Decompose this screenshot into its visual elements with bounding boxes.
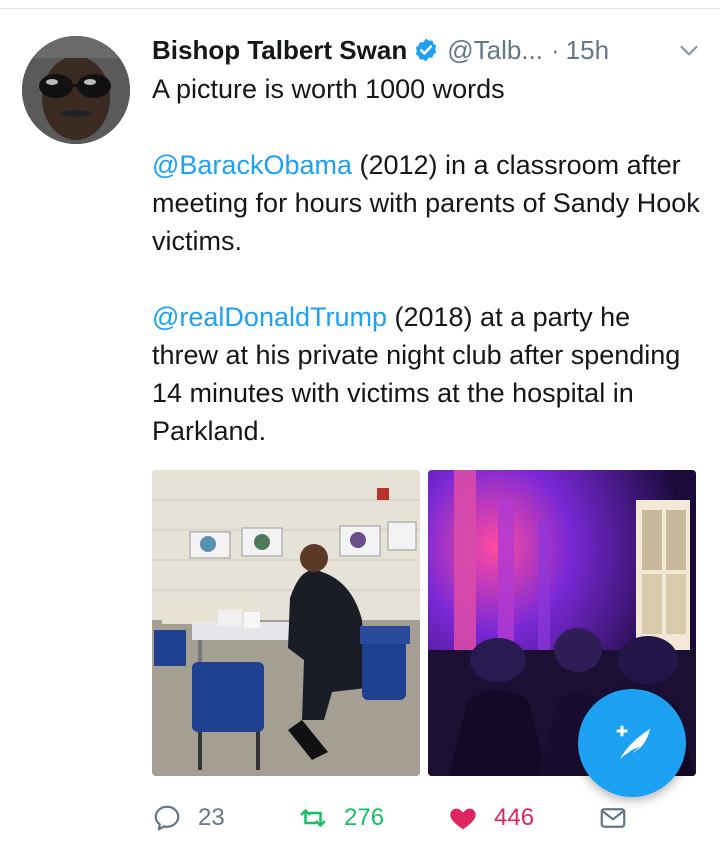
tweet-line-1: A picture is worth 1000 words	[152, 74, 505, 104]
retweet-count: 276	[344, 804, 385, 831]
verified-badge-icon	[416, 38, 437, 62]
author-handle[interactable]: @Talb...	[447, 35, 543, 66]
avatar[interactable]	[22, 36, 130, 144]
reply-count: 23	[198, 804, 225, 831]
tweet-paragraph-obama: @BarackObama (2012) in a classroom after…	[152, 146, 700, 260]
tweet-text: A picture is worth 1000 words @BarackOba…	[152, 70, 700, 450]
classroom-image	[152, 470, 420, 776]
mention-realdonaldtrump[interactable]: @realDonaldTrump	[152, 302, 387, 332]
direct-message-button[interactable]	[598, 796, 628, 840]
chevron-down-icon[interactable]	[676, 37, 702, 63]
photo-classroom[interactable]	[152, 470, 420, 776]
tweet-paragraph-trump: @realDonaldTrump (2018) at a party he th…	[152, 298, 700, 450]
retweet-icon	[300, 809, 326, 827]
tweet-actions: 23 276 446	[152, 796, 712, 840]
mention-barackobama[interactable]: @BarackObama	[152, 150, 352, 180]
envelope-icon	[600, 808, 626, 828]
compose-tweet-button[interactable]	[578, 689, 686, 797]
reply-button[interactable]: 23	[152, 796, 225, 840]
reply-icon	[154, 805, 180, 831]
compose-tweet-icon	[616, 725, 650, 759]
display-name[interactable]: Bishop Talbert Swan	[152, 35, 407, 66]
tweet-header: Bishop Talbert Swan @Talb... · 15h	[152, 31, 712, 69]
top-divider	[0, 8, 720, 9]
like-count: 446	[494, 804, 535, 831]
avatar-image	[22, 36, 130, 144]
timestamp-separator: ·	[550, 34, 560, 65]
timestamp[interactable]: 15h	[566, 35, 609, 66]
like-button[interactable]: 446	[448, 796, 534, 840]
heart-icon	[450, 808, 476, 830]
retweet-button[interactable]: 276	[298, 796, 384, 840]
